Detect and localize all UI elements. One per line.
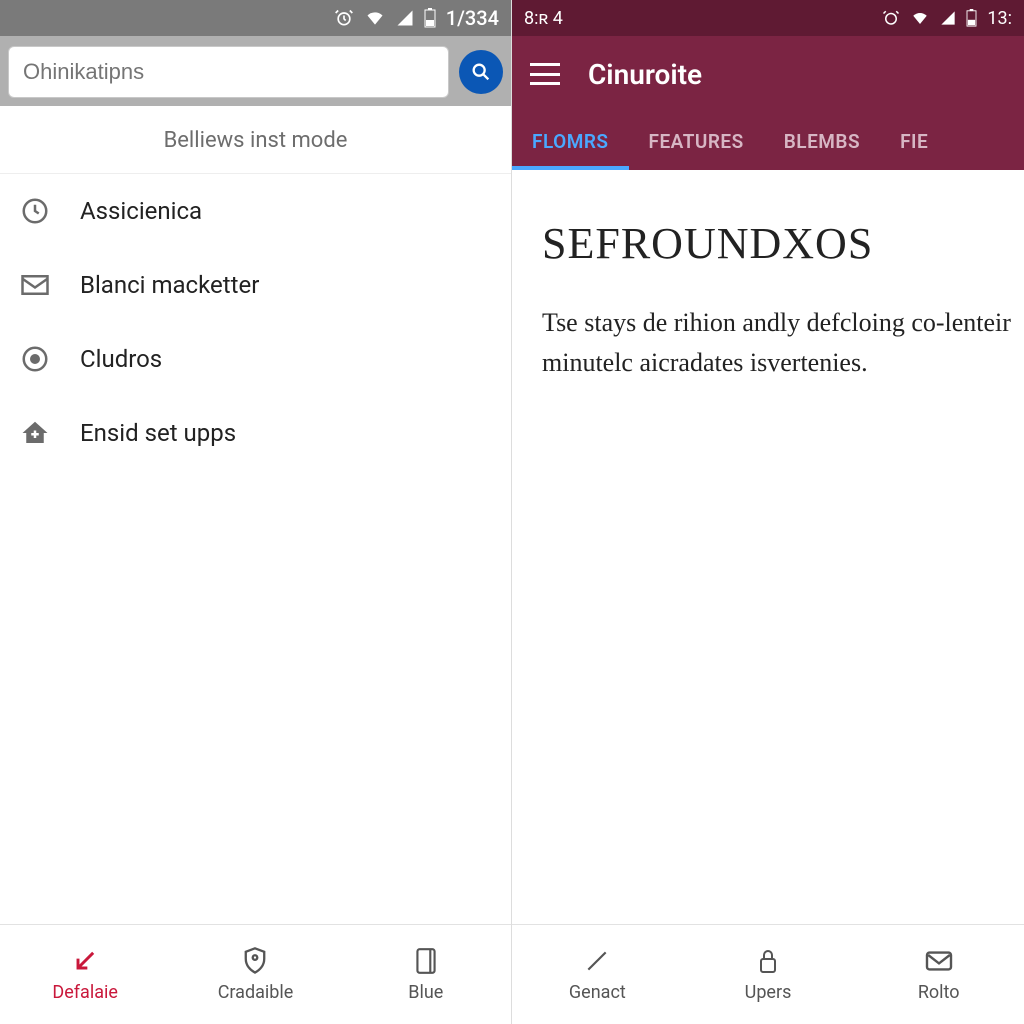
search-input[interactable] — [8, 46, 449, 98]
mail-icon — [924, 946, 954, 976]
lock-icon — [753, 946, 783, 976]
pencil-icon — [582, 946, 612, 976]
nav-upers[interactable]: Upers — [683, 925, 854, 1024]
list-item-label: Blanci macketter — [80, 271, 259, 299]
tab-fie[interactable]: Fie — [880, 112, 948, 170]
wifi-icon — [364, 8, 386, 28]
battery-icon — [966, 9, 977, 27]
signal-icon — [940, 10, 956, 26]
left-screen: 1/334 Belliews inst mode Assicienica Bla… — [0, 0, 512, 1024]
menu-list: Assicienica Blanci macketter Cludros Ens… — [0, 174, 511, 924]
nav-blue[interactable]: Blue — [341, 925, 511, 1024]
statusbar-left: 1/334 — [0, 0, 511, 36]
tab-flomrs[interactable]: Flomrs — [512, 112, 629, 170]
search-button[interactable] — [459, 50, 503, 94]
list-item[interactable]: Ensid set upps — [0, 396, 511, 470]
arrow-down-left-icon — [70, 946, 100, 976]
tab-bar: Flomrs Features Blembs Fie — [512, 112, 1024, 170]
nav-rolto[interactable]: Rolto — [853, 925, 1024, 1024]
nav-label: Upers — [745, 982, 792, 1003]
app-title: Cinuroite — [588, 58, 702, 91]
nav-defalaie[interactable]: Defalaie — [0, 925, 170, 1024]
list-item[interactable]: Blanci macketter — [0, 248, 511, 322]
home-plus-icon — [18, 416, 52, 450]
statusbar-right-text: 13: — [987, 8, 1012, 29]
menu-button[interactable] — [530, 63, 560, 85]
search-bar — [0, 36, 511, 106]
tab-features[interactable]: Features — [629, 112, 764, 170]
bottom-nav-left: Defalaie Cradaible Blue — [0, 924, 511, 1024]
list-item-label: Assicienica — [80, 197, 202, 225]
article-body: Tse stays de rihion andly defcloing co-l… — [542, 303, 1024, 384]
alarm-icon — [882, 9, 900, 27]
nav-label: Blue — [408, 982, 443, 1003]
bottom-nav-right: Genact Upers Rolto — [512, 924, 1024, 1024]
battery-icon — [424, 8, 436, 28]
nav-label: Cradaible — [218, 982, 294, 1003]
statusbar-right: 8:ʀ 4 13: — [512, 0, 1024, 36]
book-icon — [411, 946, 441, 976]
nav-cradaible[interactable]: Cradaible — [170, 925, 340, 1024]
tab-blembs[interactable]: Blembs — [764, 112, 880, 170]
nav-label: Rolto — [918, 982, 960, 1003]
shield-icon — [240, 946, 270, 976]
list-item-label: Cludros — [80, 345, 162, 373]
article: SEFROUNDXOS Tse stays de rihion andly de… — [512, 170, 1024, 924]
target-icon — [18, 342, 52, 376]
nav-genact[interactable]: Genact — [512, 925, 683, 1024]
statusbar-left-text: 8:ʀ 4 — [524, 8, 563, 29]
nav-label: Defalaie — [52, 982, 118, 1003]
list-item-label: Ensid set upps — [80, 419, 236, 447]
search-icon — [470, 61, 492, 83]
article-title: SEFROUNDXOS — [542, 218, 1024, 269]
right-screen: 8:ʀ 4 13: Cinuroite Flomrs Features Blem — [512, 0, 1024, 1024]
list-item[interactable]: Assicienica — [0, 174, 511, 248]
clock-icon — [18, 194, 52, 228]
list-item[interactable]: Cludros — [0, 322, 511, 396]
statusbar-time: 1/334 — [446, 6, 499, 30]
envelope-icon — [18, 268, 52, 302]
signal-icon — [396, 9, 414, 27]
app-bar: Cinuroite — [512, 36, 1024, 112]
alarm-icon — [334, 8, 354, 28]
wifi-icon — [910, 9, 930, 27]
subheader: Belliews inst mode — [0, 106, 511, 174]
nav-label: Genact — [569, 982, 626, 1003]
